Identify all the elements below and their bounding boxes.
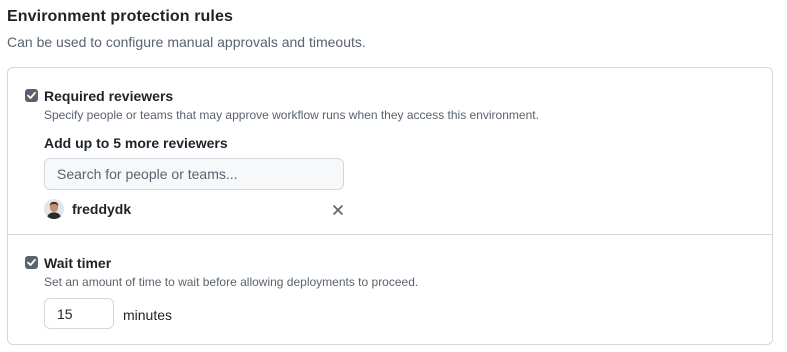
wait-timer-input[interactable] <box>44 298 114 329</box>
checkmark-icon <box>27 91 36 99</box>
required-reviewers-checkbox[interactable] <box>25 89 38 102</box>
divider <box>8 234 772 235</box>
section-description: Can be used to configure manual approval… <box>7 34 366 50</box>
checkmark-icon <box>27 258 36 266</box>
wait-timer-label[interactable]: Wait timer <box>44 255 111 271</box>
required-reviewers-description: Specify people or teams that may approve… <box>44 108 539 122</box>
reviewer-search-input[interactable] <box>44 158 344 190</box>
remove-reviewer-close-icon[interactable] <box>331 203 345 217</box>
wait-timer-checkbox[interactable] <box>25 256 38 269</box>
reviewer-item: freddydk <box>44 199 344 221</box>
add-reviewers-label: Add up to 5 more reviewers <box>44 135 228 151</box>
wait-timer-description: Set an amount of time to wait before all… <box>44 275 419 289</box>
section-title: Environment protection rules <box>7 8 233 25</box>
wait-timer-unit: minutes <box>123 307 173 323</box>
protection-rules-panel: Required reviewers Specify people or tea… <box>7 67 773 345</box>
required-reviewers-label[interactable]: Required reviewers <box>44 88 173 104</box>
reviewer-name: freddydk <box>72 201 132 217</box>
user-avatar <box>44 199 64 219</box>
